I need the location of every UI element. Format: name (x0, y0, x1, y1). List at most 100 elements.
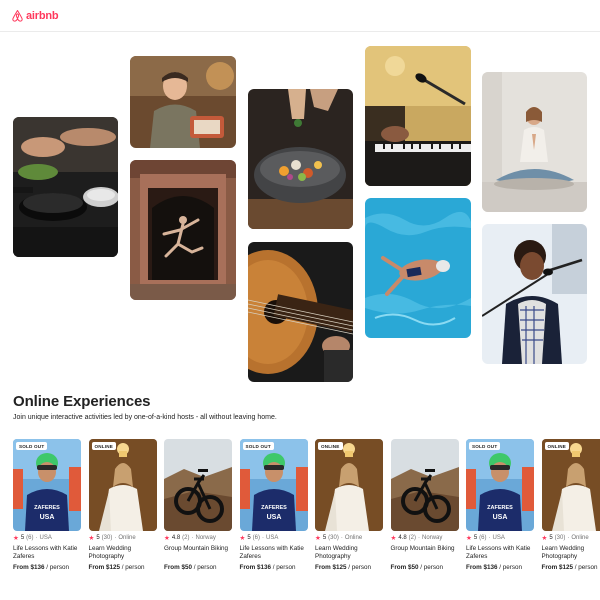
svg-text:ZAFERES: ZAFERES (261, 505, 287, 511)
experience-card[interactable]: ONLINE ★ 5 (30) · Online Learn Wedding P… (541, 439, 600, 571)
status-badge: ONLINE (91, 442, 117, 450)
experience-card[interactable]: ZAFERES USA SOLD OUT ★ 5 (6) · USA Life … (239, 439, 308, 571)
keyboard-microphone-photo[interactable] (365, 46, 471, 186)
dancer-doorway-photo[interactable] (130, 160, 236, 300)
status-badge: SOLD OUT (469, 442, 501, 450)
location: Norway (195, 535, 216, 541)
experience-card[interactable]: ZAFERES USA SOLD OUT ★ 5 (6) · USA Life … (466, 439, 534, 571)
review-count: (30) (101, 535, 113, 541)
experience-image[interactable]: ZAFERES USA SOLD OUT (13, 439, 81, 531)
rating-value: 4.8 (398, 535, 407, 541)
experience-title[interactable]: Learn Wedding Photography (315, 545, 383, 561)
price-value: $136 (257, 564, 272, 571)
airbnb-logo[interactable]: airbnb (12, 9, 59, 22)
price-value: $125 (332, 564, 347, 571)
section-subtitle: Join unique interactive activities led b… (13, 414, 277, 421)
experience-card[interactable]: ★ 4.8 (2) · Norway Group Mountain Biking… (390, 439, 459, 571)
experience-title[interactable]: Group Mountain Biking (164, 545, 232, 561)
experience-image[interactable] (164, 439, 232, 531)
price-suffix: / person (193, 564, 217, 571)
review-count: (2) (408, 535, 417, 541)
experience-title[interactable]: Life Lessons with Katie Zaferes (466, 545, 534, 561)
experience-image[interactable]: ZAFERES USA SOLD OUT (239, 439, 308, 531)
separator-dot: · (418, 535, 421, 541)
review-count: (6) (479, 535, 487, 541)
location: Norway (422, 535, 443, 541)
experience-title[interactable]: Group Mountain Biking (391, 545, 459, 561)
top-header: airbnb (0, 0, 600, 32)
experience-card[interactable]: ZAFERES USA SOLD OUT ★ 5 (6) · USA Life … (13, 439, 81, 571)
rating-row: ★ 5 (6) · USA (466, 534, 534, 542)
experience-title[interactable]: Life Lessons with Katie Zaferes (240, 545, 308, 561)
online-experiences-section: Online Experiences Join unique interacti… (13, 393, 593, 421)
food-bowl-photo[interactable] (248, 89, 353, 229)
separator-dot: · (567, 535, 570, 541)
meditation-photo[interactable] (482, 72, 587, 212)
separator-dot: · (114, 535, 117, 541)
star-icon: ★ (390, 535, 397, 542)
price-prefix: From (466, 564, 482, 571)
svg-text:ZAFERES: ZAFERES (487, 505, 513, 511)
svg-text:ZAFERES: ZAFERES (34, 505, 60, 511)
rating-row: ★ 5 (30) · Online (542, 534, 600, 542)
cooking-pan-photo[interactable] (13, 117, 118, 257)
price-suffix: / person (499, 564, 523, 571)
experience-card[interactable]: ONLINE ★ 5 (30) · Online Learn Wedding P… (315, 439, 383, 571)
location: USA (39, 535, 52, 541)
experience-title[interactable]: Life Lessons with Katie Zaferes (13, 545, 81, 561)
swimmer-pool-photo[interactable] (365, 198, 471, 338)
price-value: $136 (30, 564, 45, 571)
star-icon: ★ (466, 535, 472, 542)
star-icon: ★ (239, 535, 246, 542)
rating-row: ★ 4.8 (2) · Norway (391, 534, 459, 542)
review-count: (30) (328, 535, 339, 541)
separator-dot: · (191, 535, 194, 541)
section-title: Online Experiences (13, 393, 151, 410)
price-prefix: From (88, 564, 105, 571)
price-line: From $136 / person (466, 564, 534, 571)
status-badge: SOLD OUT (242, 442, 274, 450)
price-suffix: / person (348, 564, 372, 571)
rating-value: 5 (473, 535, 478, 541)
price-prefix: From (541, 564, 558, 571)
baker-woman-photo[interactable] (130, 56, 236, 148)
experience-image[interactable]: ZAFERES USA SOLD OUT (466, 439, 534, 531)
experience-image[interactable]: ONLINE (315, 439, 383, 531)
rating-value: 5 (20, 535, 25, 541)
separator-dot: · (488, 535, 491, 541)
rating-row: ★ 5 (30) · Online (89, 534, 157, 542)
svg-text:USA: USA (40, 514, 55, 521)
price-line: From $50 / person (391, 564, 459, 571)
price-value: $50 (408, 564, 419, 571)
price-prefix: From (239, 564, 256, 571)
singer-photo[interactable] (482, 224, 587, 364)
location: Online (344, 535, 363, 541)
guitar-photo[interactable] (248, 242, 353, 382)
experience-image[interactable]: ONLINE (88, 439, 157, 531)
price-suffix: / person (272, 564, 296, 571)
experience-image[interactable]: ONLINE (541, 439, 600, 531)
rating-row: ★ 4.8 (2) · Norway (164, 534, 232, 542)
price-suffix: / person (121, 564, 145, 571)
experience-image[interactable] (390, 439, 459, 531)
price-prefix: From (164, 564, 180, 571)
rating-value: 5 (247, 535, 251, 541)
review-count: (2) (182, 535, 190, 541)
location: Online (571, 535, 589, 541)
price-suffix: / person (46, 564, 70, 571)
price-line: From $50 / person (164, 564, 232, 571)
price-value: $125 (559, 564, 574, 571)
price-suffix: / person (420, 564, 444, 571)
experience-card[interactable]: ONLINE ★ 5 (30) · Online Learn Wedding P… (88, 439, 157, 571)
price-line: From $136 / person (240, 564, 308, 571)
separator-dot: · (340, 535, 343, 541)
price-suffix: / person (574, 564, 598, 571)
price-prefix: From (13, 564, 29, 571)
experience-title[interactable]: Learn Wedding Photography (89, 545, 157, 561)
rating-row: ★ 5 (6) · USA (13, 534, 81, 542)
location: Online (118, 535, 136, 541)
experience-card-carousel: ZAFERES USA SOLD OUT ★ 5 (6) · USA Life … (13, 439, 600, 579)
svg-text:USA: USA (493, 514, 508, 521)
experience-title[interactable]: Learn Wedding Photography (542, 545, 600, 561)
experience-card[interactable]: ★ 4.8 (2) · Norway Group Mountain Biking… (164, 439, 232, 571)
